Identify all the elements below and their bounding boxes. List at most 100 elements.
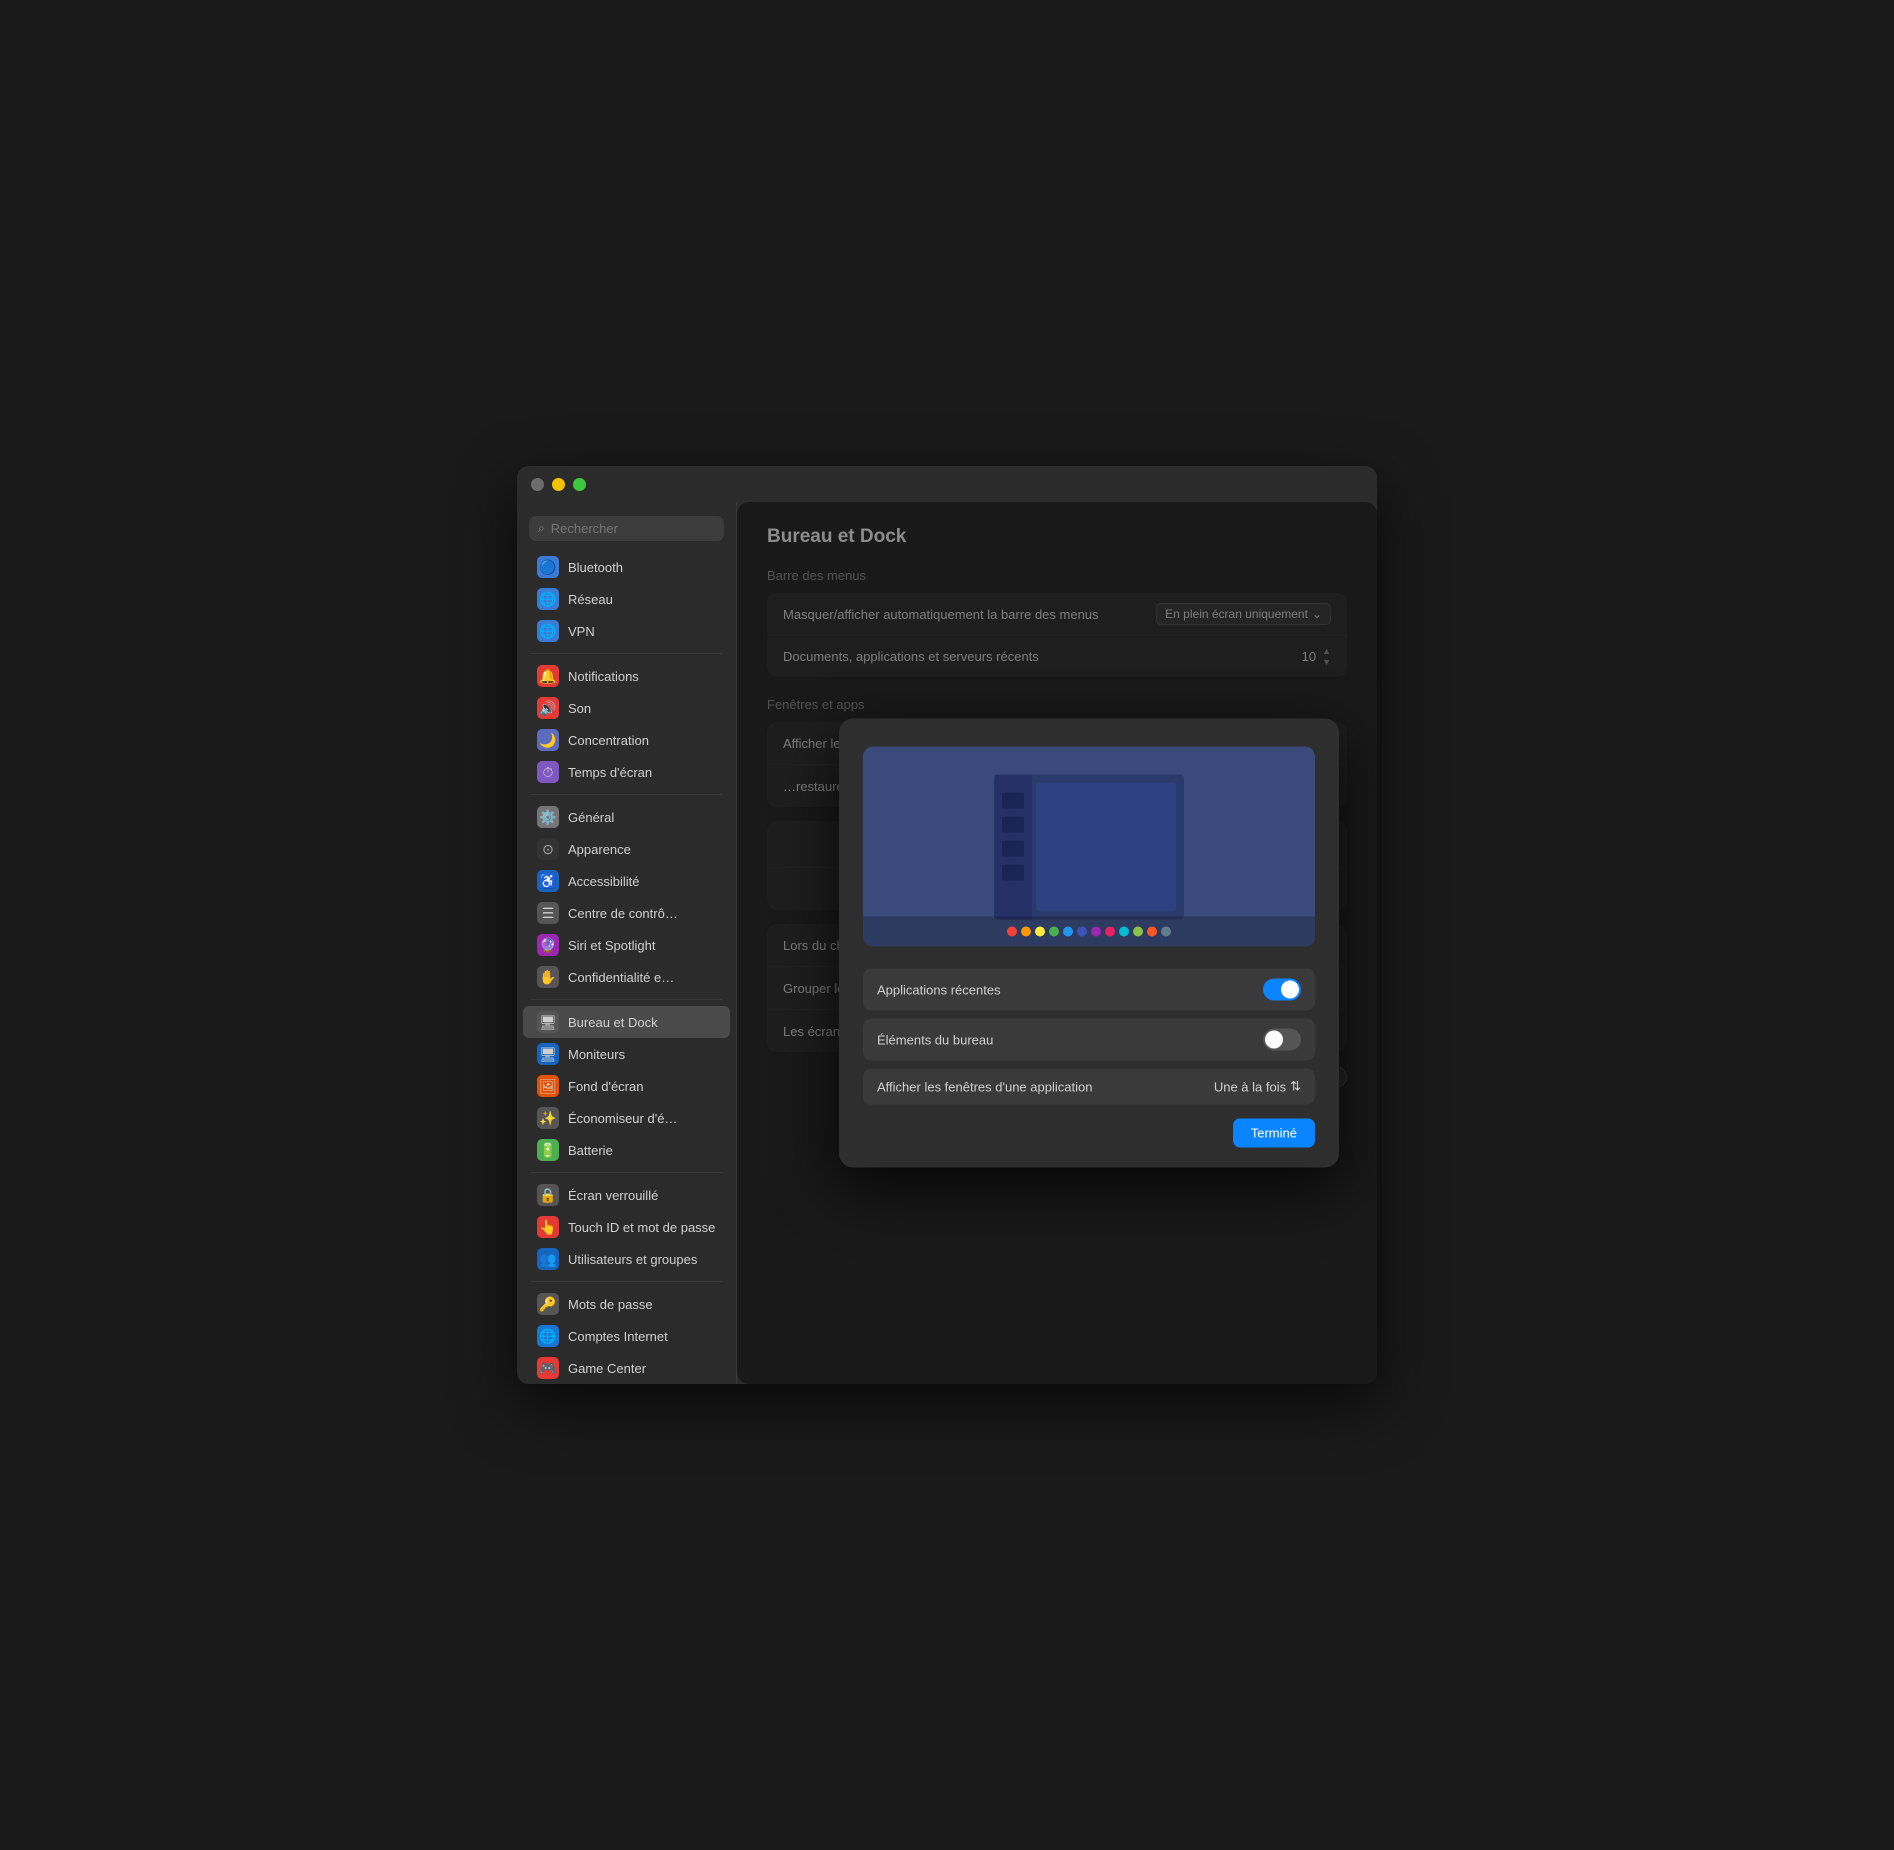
- sidebar-item-label: Touch ID et mot de passe: [568, 1220, 715, 1235]
- sidebar-item-label: Mots de passe: [568, 1297, 653, 1312]
- comptes-internet-icon: 🌐: [537, 1325, 559, 1347]
- siri-icon: 🔮: [537, 934, 559, 956]
- main-content: Bureau et Dock Barre des menus Masquer/a…: [737, 502, 1377, 1384]
- dot: [1063, 927, 1073, 937]
- sidebar-item-label: Apparence: [568, 842, 631, 857]
- search-icon: ⌕: [538, 521, 545, 536]
- bureau-dock-icon: 🖥: [537, 1011, 559, 1033]
- sidebar-item-label: VPN: [568, 624, 595, 639]
- sidebar-item-ecran-verrouille[interactable]: 🔒 Écran verrouillé: [523, 1179, 730, 1211]
- general-icon: ⚙️: [537, 806, 559, 828]
- batterie-icon: 🔋: [537, 1139, 559, 1161]
- fond-ecran-icon: 🖼: [537, 1075, 559, 1097]
- confidentialite-icon: ✋: [537, 966, 559, 988]
- son-icon: 🔊: [537, 697, 559, 719]
- sidebar-item-economiseur[interactable]: ✨ Économiseur d'é…: [523, 1102, 730, 1134]
- search-input[interactable]: [551, 521, 715, 536]
- search-bar[interactable]: ⌕: [529, 516, 724, 541]
- sidebar-item-comptes-internet[interactable]: 🌐 Comptes Internet: [523, 1320, 730, 1352]
- sidebar-item-temps-ecran[interactable]: ⏱ Temps d'écran: [523, 756, 730, 788]
- sidebar-item-bluetooth[interactable]: 🔵 Bluetooth: [523, 551, 730, 583]
- dot: [1091, 927, 1101, 937]
- divider: [531, 1172, 722, 1173]
- preview-icon-3: [1002, 840, 1024, 856]
- touch-id-icon: 👆: [537, 1216, 559, 1238]
- sidebar-item-label: Bureau et Dock: [568, 1015, 658, 1030]
- minimize-button[interactable]: [552, 478, 565, 491]
- divider: [531, 999, 722, 1000]
- sidebar-item-apparence[interactable]: ⊙ Apparence: [523, 833, 730, 865]
- sidebar-item-label: Batterie: [568, 1143, 613, 1158]
- notifications-icon: 🔔: [537, 665, 559, 687]
- apparence-icon: ⊙: [537, 838, 559, 860]
- sidebar-item-son[interactable]: 🔊 Son: [523, 692, 730, 724]
- divider: [531, 794, 722, 795]
- sidebar-item-centre-controle[interactable]: ☰ Centre de contrô…: [523, 897, 730, 929]
- preview-icon-4: [1002, 864, 1024, 880]
- maximize-button[interactable]: [573, 478, 586, 491]
- concentration-icon: 🌙: [537, 729, 559, 751]
- sidebar-item-label: Écran verrouillé: [568, 1188, 658, 1203]
- divider: [531, 653, 722, 654]
- sidebar-item-accessibilite[interactable]: ♿ Accessibilité: [523, 865, 730, 897]
- sidebar-item-label: Confidentialité e…: [568, 970, 674, 985]
- sidebar-item-touch-id[interactable]: 👆 Touch ID et mot de passe: [523, 1211, 730, 1243]
- sidebar-item-mots-passe[interactable]: 🔑 Mots de passe: [523, 1288, 730, 1320]
- sidebar-item-label: Centre de contrô…: [568, 906, 678, 921]
- preview-main-area: [1036, 782, 1176, 911]
- elements-bureau-toggle[interactable]: [1263, 1029, 1301, 1051]
- modal-preview: [863, 747, 1315, 947]
- sidebar: ⌕ 🔵 Bluetooth 🌐 Réseau 🌐 VPN 🔔 Notificat…: [517, 502, 737, 1384]
- main-window: ⌕ 🔵 Bluetooth 🌐 Réseau 🌐 VPN 🔔 Notificat…: [517, 466, 1377, 1384]
- sidebar-item-label: Fond d'écran: [568, 1079, 643, 1094]
- sidebar-item-label: Temps d'écran: [568, 765, 652, 780]
- sidebar-item-label: Réseau: [568, 592, 613, 607]
- dot: [1105, 927, 1115, 937]
- traffic-lights: [531, 478, 586, 491]
- close-button[interactable]: [531, 478, 544, 491]
- dot: [1119, 927, 1129, 937]
- sidebar-item-moniteurs[interactable]: 🖥 Moniteurs: [523, 1038, 730, 1070]
- preview-sidebar: [994, 774, 1032, 919]
- modal-row-applications-recentes: Applications récentes: [863, 969, 1315, 1011]
- dot: [1021, 927, 1031, 937]
- sidebar-item-batterie[interactable]: 🔋 Batterie: [523, 1134, 730, 1166]
- sidebar-item-siri[interactable]: 🔮 Siri et Spotlight: [523, 929, 730, 961]
- chevron-updown-icon: ⇅: [1290, 1079, 1301, 1095]
- economiseur-icon: ✨: [537, 1107, 559, 1129]
- sidebar-item-label: Comptes Internet: [568, 1329, 668, 1344]
- sidebar-item-general[interactable]: ⚙️ Général: [523, 801, 730, 833]
- modal-dialog: Applications récentes Éléments du bureau…: [839, 719, 1339, 1168]
- titlebar: [517, 466, 1377, 502]
- sidebar-item-confidentialite[interactable]: ✋ Confidentialité e…: [523, 961, 730, 993]
- afficher-fenetres-label: Afficher les fenêtres d'une application: [877, 1079, 1092, 1094]
- sidebar-item-reseau[interactable]: 🌐 Réseau: [523, 583, 730, 615]
- sidebar-item-vpn[interactable]: 🌐 VPN: [523, 615, 730, 647]
- afficher-fenetres-dropdown[interactable]: Une à la fois ⇅: [1214, 1079, 1301, 1095]
- sidebar-item-label: Bluetooth: [568, 560, 623, 575]
- sidebar-item-game-center[interactable]: 🎮 Game Center: [523, 1352, 730, 1384]
- dot: [1049, 927, 1059, 937]
- sidebar-item-label: Concentration: [568, 733, 649, 748]
- sidebar-item-notifications[interactable]: 🔔 Notifications: [523, 660, 730, 692]
- dot: [1147, 927, 1157, 937]
- termine-button[interactable]: Terminé: [1233, 1119, 1315, 1148]
- sidebar-item-bureau-dock[interactable]: 🖥 Bureau et Dock: [523, 1006, 730, 1038]
- mots-passe-icon: 🔑: [537, 1293, 559, 1315]
- content-area: ⌕ 🔵 Bluetooth 🌐 Réseau 🌐 VPN 🔔 Notificat…: [517, 502, 1377, 1384]
- sidebar-item-label: Game Center: [568, 1361, 646, 1376]
- sidebar-item-utilisateurs[interactable]: 👥 Utilisateurs et groupes: [523, 1243, 730, 1275]
- temps-ecran-icon: ⏱: [537, 761, 559, 783]
- sidebar-item-fond-ecran[interactable]: 🖼 Fond d'écran: [523, 1070, 730, 1102]
- sidebar-item-label: Moniteurs: [568, 1047, 625, 1062]
- moniteurs-icon: 🖥: [537, 1043, 559, 1065]
- sidebar-item-label: Notifications: [568, 669, 639, 684]
- preview-inner: [994, 774, 1184, 919]
- elements-bureau-label: Éléments du bureau: [877, 1032, 993, 1047]
- modal-footer: Terminé: [863, 1119, 1315, 1148]
- sidebar-item-label: Général: [568, 810, 614, 825]
- dot: [1035, 927, 1045, 937]
- sidebar-item-concentration[interactable]: 🌙 Concentration: [523, 724, 730, 756]
- applications-recentes-toggle[interactable]: [1263, 979, 1301, 1001]
- preview-dots: [863, 917, 1315, 947]
